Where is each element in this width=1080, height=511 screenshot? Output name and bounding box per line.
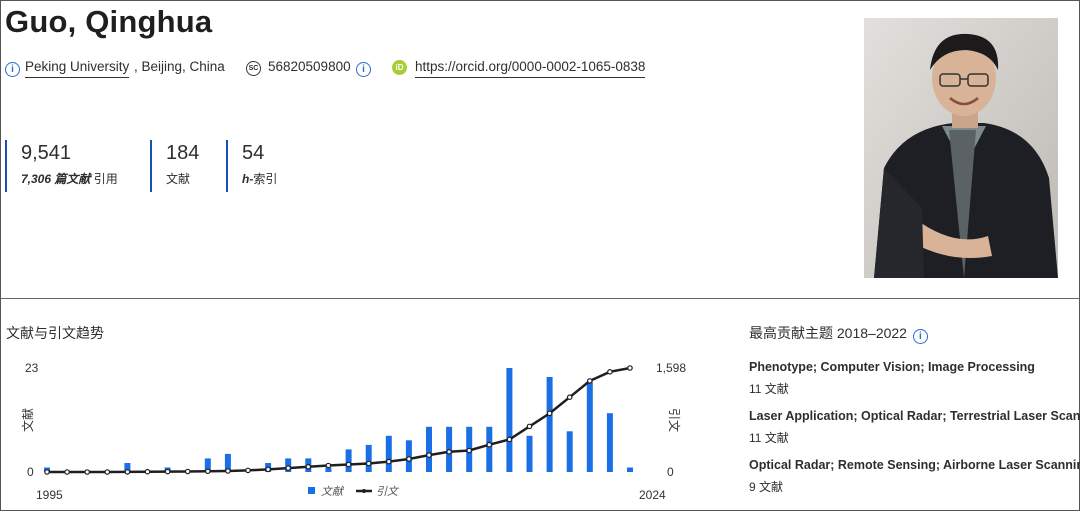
bar-series bbox=[44, 368, 633, 472]
left-axis-max: 23 bbox=[25, 361, 39, 375]
line-series bbox=[44, 365, 633, 475]
bar-2019[interactable] bbox=[526, 435, 533, 472]
line-point-2016[interactable] bbox=[466, 447, 473, 454]
bar-2011[interactable] bbox=[365, 444, 372, 472]
line-point-1999[interactable] bbox=[124, 469, 131, 475]
bar-2010[interactable] bbox=[345, 449, 352, 472]
line-point-2005[interactable] bbox=[245, 467, 251, 474]
legend-docs-label: 文献 bbox=[321, 485, 345, 498]
author-photo bbox=[864, 18, 1058, 278]
topic-item[interactable]: Phenotype; Computer Vision; Image Proces… bbox=[749, 360, 1074, 397]
right-axis-label: 引文 bbox=[667, 408, 682, 432]
orcid-icon: iD bbox=[392, 60, 407, 75]
documents-value: 184 bbox=[166, 142, 200, 164]
topics-title: 最高贡献主题 2018–2022 i bbox=[749, 323, 928, 344]
section-divider bbox=[1, 298, 1079, 299]
scopus-id-icon: SC bbox=[246, 61, 261, 76]
author-name: Guo, Qinghua bbox=[5, 4, 213, 39]
bar-2012[interactable] bbox=[385, 435, 392, 472]
citations-label: 7,306 篇文献 引用 bbox=[21, 172, 118, 186]
line-point-1997[interactable] bbox=[84, 469, 91, 475]
line-point-2020[interactable] bbox=[546, 410, 553, 417]
right-axis-max: 1,598 bbox=[656, 361, 686, 375]
line-point-2004[interactable] bbox=[225, 468, 231, 474]
bar-2024[interactable] bbox=[627, 467, 633, 473]
info-icon[interactable]: i bbox=[5, 62, 20, 77]
affiliation-location: , Beijing, China bbox=[134, 59, 225, 74]
topic-title[interactable]: Phenotype; Computer Vision; Image Proces… bbox=[749, 360, 1074, 374]
line-point-2015[interactable] bbox=[446, 449, 452, 455]
line-point-2001[interactable] bbox=[164, 468, 171, 475]
line-point-2022[interactable] bbox=[586, 378, 593, 384]
topics-info-icon[interactable]: i bbox=[912, 329, 928, 344]
citations-value: 9,541 bbox=[21, 142, 72, 164]
line-point-2011[interactable] bbox=[365, 460, 372, 467]
topic-count: 11 文献 bbox=[749, 382, 789, 396]
line-point-2000[interactable] bbox=[144, 468, 151, 475]
metric-h-index[interactable]: 54 h-索引 bbox=[226, 140, 277, 192]
line-point-2014[interactable] bbox=[426, 452, 432, 458]
scopus-author-id: 56820509800 bbox=[268, 59, 351, 74]
h-index-value: 54 bbox=[242, 142, 265, 164]
x-axis-end: 2024 bbox=[639, 488, 666, 500]
metric-citations[interactable]: 9,541 7,306 篇文献 引用 bbox=[5, 140, 118, 192]
x-axis-start: 1995 bbox=[36, 488, 63, 500]
h-index-label: h-索引 bbox=[242, 172, 278, 186]
chart-legend: 文献 引文 bbox=[308, 485, 400, 498]
line-point-2010[interactable] bbox=[345, 461, 352, 468]
bar-2018[interactable] bbox=[506, 368, 513, 472]
bar-2023[interactable] bbox=[606, 413, 613, 472]
line-point-2023[interactable] bbox=[607, 369, 613, 375]
bar-2022[interactable] bbox=[586, 381, 593, 472]
topic-item[interactable]: Laser Application; Optical Radar; Terres… bbox=[749, 409, 1080, 446]
documents-label: 文献 bbox=[166, 172, 191, 186]
line-point-2009[interactable] bbox=[325, 462, 332, 469]
bar-2013[interactable] bbox=[405, 440, 412, 472]
line-point-2018[interactable] bbox=[506, 436, 513, 443]
bar-2021[interactable] bbox=[566, 431, 573, 472]
bar-2014[interactable] bbox=[426, 426, 432, 472]
bar-2020[interactable] bbox=[546, 377, 553, 472]
topic-count: 11 文献 bbox=[749, 431, 789, 445]
line-point-2021[interactable] bbox=[566, 394, 573, 401]
legend-cites-label: 引文 bbox=[376, 485, 400, 498]
left-axis-label: 文献 bbox=[20, 408, 35, 432]
line-point-2012[interactable] bbox=[385, 458, 392, 465]
line-point-2003[interactable] bbox=[205, 468, 211, 475]
orcid-link[interactable]: https://orcid.org/0000-0002-1065-0838 bbox=[415, 59, 646, 78]
trends-chart: 23 0 1,598 0 文献 引文 1995 2024 文献 引文 bbox=[20, 361, 686, 500]
left-axis-min: 0 bbox=[27, 465, 34, 479]
right-axis-min: 0 bbox=[667, 465, 674, 479]
line-point-2013[interactable] bbox=[406, 456, 412, 462]
bar-2017[interactable] bbox=[486, 426, 493, 472]
line-point-2017[interactable] bbox=[486, 441, 493, 448]
line-point-1996[interactable] bbox=[64, 469, 70, 475]
topic-count: 9 文献 bbox=[749, 480, 784, 494]
citations-line bbox=[47, 366, 631, 474]
topics-list: Phenotype; Computer Vision; Image Proces… bbox=[749, 360, 1080, 507]
line-point-1998[interactable] bbox=[104, 469, 111, 475]
line-point-2024[interactable] bbox=[627, 365, 633, 371]
line-point-2008[interactable] bbox=[305, 464, 312, 470]
topic-item[interactable]: Optical Radar; Remote Sensing; Airborne … bbox=[749, 458, 1080, 495]
metric-documents[interactable]: 184 文献 bbox=[150, 140, 199, 192]
line-point-2006[interactable] bbox=[265, 466, 271, 473]
line-point-2019[interactable] bbox=[526, 423, 533, 430]
affiliation-link[interactable]: Peking University bbox=[25, 59, 130, 78]
topic-title[interactable]: Laser Application; Optical Radar; Terres… bbox=[749, 409, 1080, 423]
legend-cites-marker bbox=[362, 489, 366, 493]
legend-docs-swatch bbox=[308, 487, 315, 494]
topic-title[interactable]: Optical Radar; Remote Sensing; Airborne … bbox=[749, 458, 1080, 472]
line-point-1995[interactable] bbox=[44, 469, 50, 475]
scopus-id-info-icon[interactable]: i bbox=[356, 62, 371, 77]
line-point-2002[interactable] bbox=[184, 468, 191, 475]
line-point-2007[interactable] bbox=[285, 465, 292, 471]
